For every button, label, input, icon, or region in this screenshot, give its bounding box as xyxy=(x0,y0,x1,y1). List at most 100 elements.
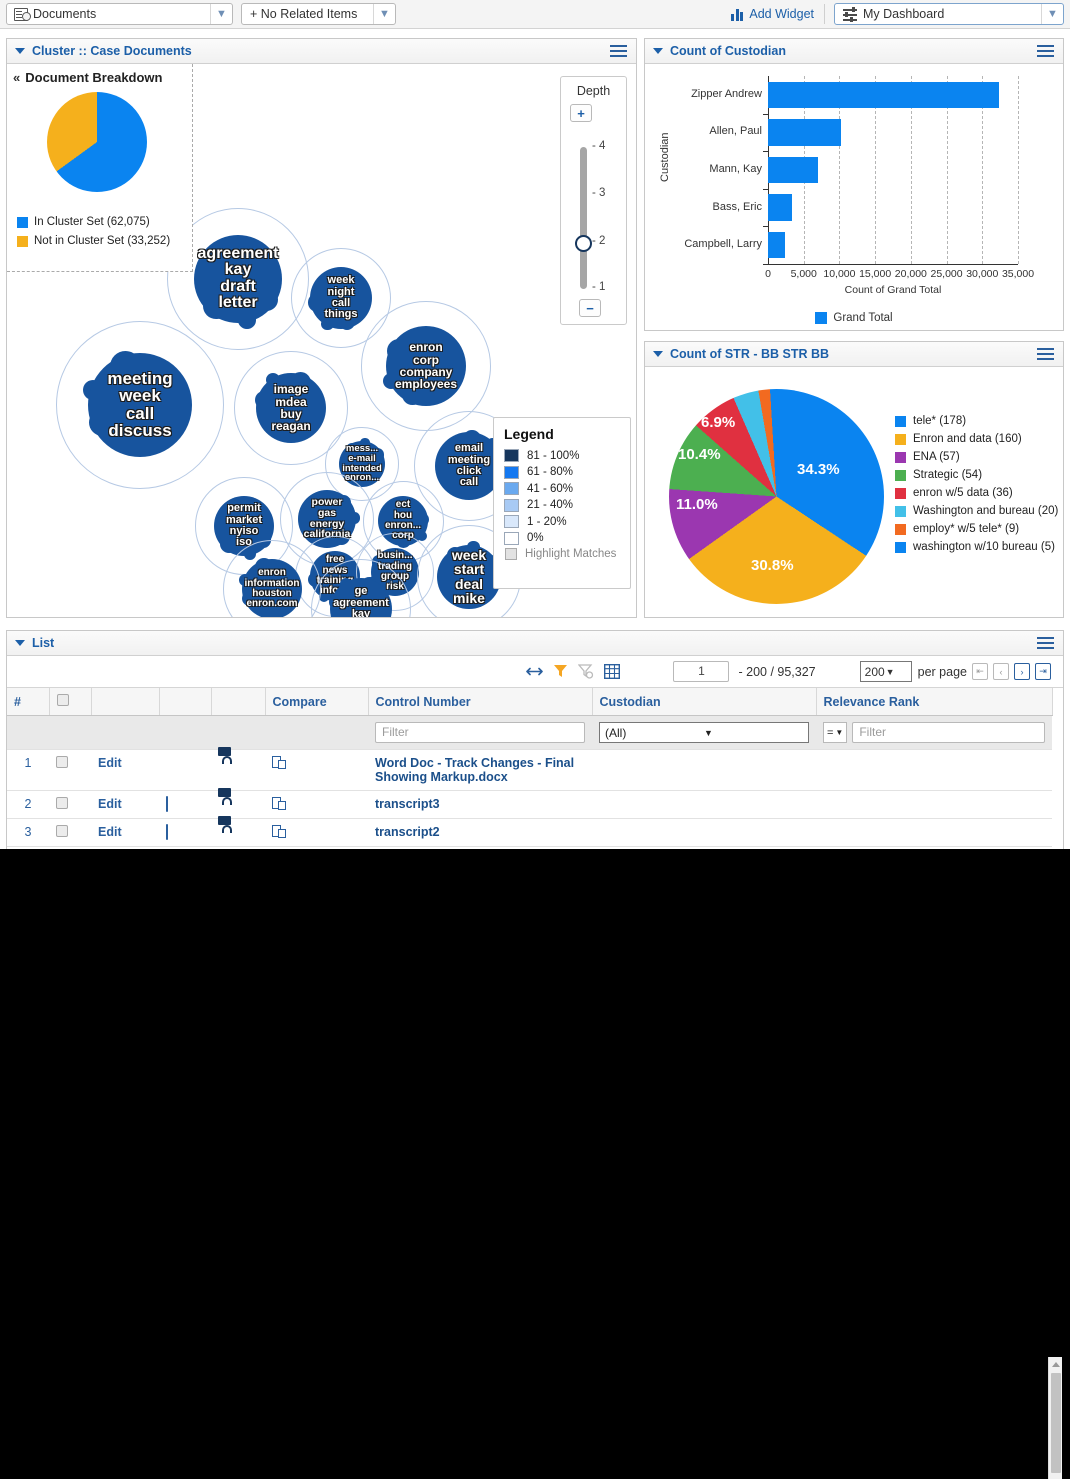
list-menu-icon[interactable] xyxy=(1036,634,1055,653)
resize-columns-icon[interactable] xyxy=(521,661,547,683)
col-control-number[interactable]: Control Number xyxy=(368,688,593,716)
control-number-link[interactable]: transcript3 xyxy=(375,797,440,811)
edit-link[interactable]: Edit xyxy=(98,825,122,839)
depth-slider-thumb[interactable] xyxy=(575,235,592,252)
dashboard-select[interactable]: My Dashboard ▼ xyxy=(834,3,1064,25)
pie-legend-row[interactable]: Enron and data (160) xyxy=(895,433,1058,445)
pie-legend-row[interactable]: employ* w/5 tele* (9) xyxy=(895,523,1058,535)
bar[interactable] xyxy=(768,119,841,146)
related-items-select[interactable]: + No Related Items ▼ xyxy=(241,3,396,25)
col-index[interactable]: # xyxy=(7,688,50,716)
cluster-visualization[interactable]: agreement kay draft letter week night call thin… xyxy=(7,64,636,617)
legend-swatch xyxy=(504,531,519,545)
cluster-legend-row[interactable]: 0% xyxy=(504,531,620,545)
cluster-bubble[interactable] xyxy=(310,267,372,329)
custodian-filter-select[interactable]: (All) ▼ xyxy=(599,722,809,743)
table-row[interactable]: 1 Edit Word Doc - Track Changes - Final Sh… xyxy=(7,747,1052,791)
pie-legend-row[interactable]: Strategic (54) xyxy=(895,469,1058,481)
pie-legend-row[interactable]: Washington and bureau (20) xyxy=(895,505,1058,517)
depth-slider-track[interactable] xyxy=(580,147,587,289)
control-number-link[interactable]: Word Doc - Track Changes - Final Showing… xyxy=(375,756,574,784)
col-compare[interactable]: Compare xyxy=(265,688,369,716)
next-page-button[interactable]: › xyxy=(1014,663,1030,680)
filter-cell-empty xyxy=(265,715,368,750)
bar[interactable] xyxy=(768,81,999,108)
last-page-button[interactable]: ⇥ xyxy=(1035,663,1051,680)
pie-legend-row[interactable]: ENA (57) xyxy=(895,451,1058,463)
generic-file-icon[interactable] xyxy=(166,824,168,840)
cluster-bubble[interactable] xyxy=(194,235,282,323)
row-checkbox[interactable] xyxy=(56,797,68,809)
highlight-matches-checkbox[interactable] xyxy=(505,548,517,560)
first-page-button[interactable]: ⇤ xyxy=(972,663,988,680)
collapse-caret-icon[interactable] xyxy=(15,640,25,646)
col-custodian[interactable]: Custodian xyxy=(592,688,817,716)
page-range-text: - 200 / 95,327 xyxy=(738,664,816,679)
prev-page-button[interactable]: ‹ xyxy=(993,663,1009,680)
collapse-caret-icon[interactable] xyxy=(653,351,663,357)
cluster-bubble[interactable] xyxy=(256,373,326,443)
select-all-checkbox[interactable] xyxy=(56,694,69,706)
generic-file-icon[interactable] xyxy=(166,796,168,812)
edit-link[interactable]: Edit xyxy=(98,756,122,770)
cluster-menu-icon[interactable] xyxy=(609,42,628,61)
collapse-caret-icon[interactable] xyxy=(15,48,25,54)
pie-legend-row[interactable]: washington w/10 bureau (5) xyxy=(895,541,1058,553)
depth-decrease-button[interactable]: − xyxy=(579,299,601,317)
filter-icon[interactable] xyxy=(547,661,573,683)
row-control-number-cell: Word Doc - Track Changes - Final Showing… xyxy=(368,749,592,791)
cluster-legend-row[interactable]: 1 - 20% xyxy=(504,515,620,528)
per-page-select[interactable]: 200 ▼ xyxy=(859,661,912,682)
depth-increase-button[interactable]: + xyxy=(570,104,592,122)
cluster-legend-row[interactable]: 61 - 80% xyxy=(504,465,620,479)
relevance-filter-input[interactable]: Filter xyxy=(852,722,1045,743)
collapse-left-icon[interactable]: « xyxy=(13,70,20,85)
depth-control[interactable]: Depth + 4 3 2 1 − xyxy=(560,76,627,325)
cluster-legend-row[interactable]: 21 - 40% xyxy=(504,498,620,512)
row-checkbox[interactable] xyxy=(56,756,68,768)
cluster-bubble[interactable] xyxy=(242,559,302,617)
edit-link[interactable]: Edit xyxy=(98,797,122,811)
scrollbar-thumb[interactable] xyxy=(1051,1373,1061,1473)
cluster-bubble[interactable] xyxy=(88,353,192,457)
str-menu-icon[interactable] xyxy=(1036,345,1055,364)
cluster-legend-row[interactable]: 41 - 60% xyxy=(504,482,620,495)
col-edit xyxy=(91,688,160,716)
cluster-bubble[interactable] xyxy=(437,545,501,609)
custodian-menu-icon[interactable] xyxy=(1036,42,1055,61)
bar[interactable] xyxy=(768,232,785,259)
clear-filter-icon[interactable] xyxy=(573,661,599,683)
documents-select[interactable]: Documents ▼ xyxy=(6,3,233,25)
cluster-bubble[interactable] xyxy=(386,326,466,406)
col-relevance-rank[interactable]: Relevance Rank xyxy=(816,688,1053,716)
legend-swatch xyxy=(895,523,906,535)
collapse-caret-icon[interactable] xyxy=(653,48,663,54)
y-tick xyxy=(763,151,768,153)
control-number-filter-input[interactable]: Filter xyxy=(375,722,585,743)
row-relevance-cell xyxy=(816,790,1052,819)
row-checkbox[interactable] xyxy=(56,825,68,837)
page-number-input[interactable]: 1 xyxy=(673,661,730,682)
chevron-down-icon[interactable]: ▼ xyxy=(373,4,395,24)
table-vertical-scrollbar[interactable] xyxy=(1048,1357,1062,1479)
table-row[interactable]: 3 Edit transcript2 xyxy=(7,816,1052,847)
legend-label: 81 - 100% xyxy=(527,449,580,462)
row-relevance-cell xyxy=(816,818,1052,847)
scroll-up-icon[interactable] xyxy=(1052,1362,1060,1367)
bar[interactable] xyxy=(768,156,819,184)
relevance-operator-select[interactable]: = ▼ xyxy=(823,722,848,743)
chevron-down-icon[interactable]: ▼ xyxy=(1041,4,1063,24)
chevron-down-icon[interactable]: ▼ xyxy=(210,4,232,24)
bar[interactable] xyxy=(768,194,792,221)
control-number-link[interactable]: transcript2 xyxy=(375,825,440,839)
table-row[interactable]: 2 Edit transcript3 xyxy=(7,788,1052,819)
cluster-legend-row[interactable]: 81 - 100% xyxy=(504,449,620,462)
application-window: Documents ▼ + No Related Items ▼ Add Wid… xyxy=(0,0,1070,1479)
highlight-matches-row[interactable]: Highlight Matches xyxy=(504,548,620,560)
add-widget-button[interactable]: Add Widget xyxy=(731,4,825,24)
grid-layout-icon[interactable] xyxy=(599,661,625,683)
col-file-type xyxy=(159,688,212,716)
legend-swatch xyxy=(895,433,906,445)
pie-legend-row[interactable]: tele* (178) xyxy=(895,415,1058,427)
pie-legend-row[interactable]: enron w/5 data (36) xyxy=(895,487,1058,499)
